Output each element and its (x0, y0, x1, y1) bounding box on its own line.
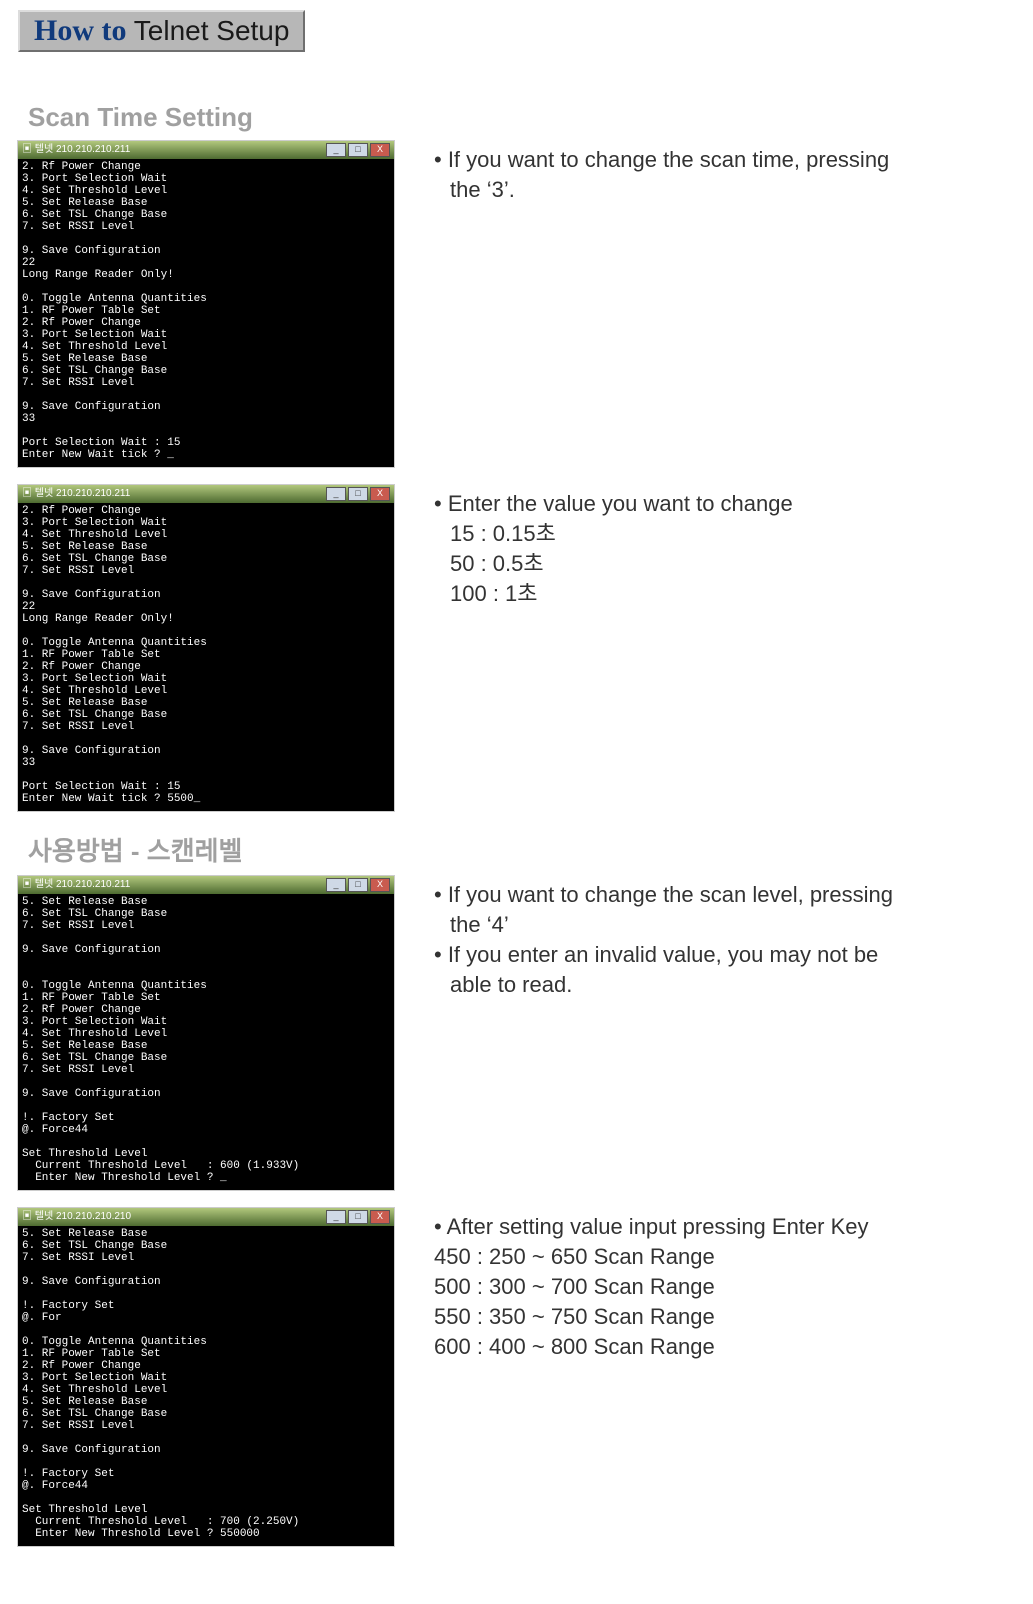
telnet-window-3: ▣ 텔넷 210.210.210.211 _ □ X 5. Set Releas… (18, 876, 394, 1190)
maximize-button[interactable]: □ (348, 878, 368, 892)
desc4-line2: 450 : 250 ~ 650 Scan Range (434, 1242, 1015, 1272)
desc3-line3: • If you enter an invalid value, you may… (434, 940, 1015, 970)
titlebar-text: ▣ 텔넷 210.210.210.211 (22, 879, 130, 891)
description-1: • If you want to change the scan time, p… (434, 141, 1015, 205)
titlebar-text: ▣ 텔넷 210.210.210.210 (22, 1211, 131, 1223)
titlebar: ▣ 텔넷 210.210.210.211 _ □ X (18, 141, 394, 159)
close-button[interactable]: X (370, 487, 390, 501)
terminal-body[interactable]: 2. Rf Power Change 3. Port Selection Wai… (18, 503, 394, 811)
maximize-button[interactable]: □ (348, 143, 368, 157)
window-buttons: _ □ X (326, 143, 390, 157)
desc1-line2: the ‘3’. (434, 175, 1015, 205)
desc4-line5: 600 : 400 ~ 800 Scan Range (434, 1332, 1015, 1362)
titlebar-text: ▣ 텔넷 210.210.210.211 (22, 488, 130, 500)
close-button[interactable]: X (370, 1210, 390, 1224)
window-buttons: _ □ X (326, 878, 390, 892)
row-scan-level-1: ▣ 텔넷 210.210.210.211 _ □ X 5. Set Releas… (18, 876, 1015, 1190)
row-scan-level-2: ▣ 텔넷 210.210.210.210 _ □ X 5. Set Releas… (18, 1208, 1015, 1546)
desc3-line2: the ‘4’ (434, 910, 1015, 940)
desc4-line4: 550 : 350 ~ 750 Scan Range (434, 1302, 1015, 1332)
minimize-button[interactable]: _ (326, 1210, 346, 1224)
row-scan-time-1: ▣ 텔넷 210.210.210.211 _ □ X 2. Rf Power C… (18, 141, 1015, 467)
description-2: • Enter the value you want to change 15 … (434, 485, 1015, 609)
titlebar: ▣ 텔넷 210.210.210.211 _ □ X (18, 485, 394, 503)
terminal-body[interactable]: 5. Set Release Base 6. Set TSL Change Ba… (18, 1226, 394, 1546)
maximize-button[interactable]: □ (348, 487, 368, 501)
telnet-window-4: ▣ 텔넷 210.210.210.210 _ □ X 5. Set Releas… (18, 1208, 394, 1546)
titlebar: ▣ 텔넷 210.210.210.210 _ □ X (18, 1208, 394, 1226)
telnet-window-1: ▣ 텔넷 210.210.210.211 _ □ X 2. Rf Power C… (18, 141, 394, 467)
maximize-button[interactable]: □ (348, 1210, 368, 1224)
window-buttons: _ □ X (326, 487, 390, 501)
header-howto: How to (34, 14, 127, 47)
desc2-line3: 50 : 0.5초 (434, 549, 1015, 579)
desc2-line1: • Enter the value you want to change (434, 489, 1015, 519)
titlebar-text: ▣ 텔넷 210.210.210.211 (22, 144, 130, 156)
desc3-line4: able to read. (434, 970, 1015, 1000)
desc1-line1: • If you want to change the scan time, p… (434, 145, 1015, 175)
desc2-line4: 100 : 1초 (434, 579, 1015, 609)
desc4-line1: • After setting value input pressing Ent… (434, 1212, 1015, 1242)
close-button[interactable]: X (370, 143, 390, 157)
desc3-line1: • If you want to change the scan level, … (434, 880, 1015, 910)
description-4: • After setting value input pressing Ent… (434, 1208, 1015, 1362)
minimize-button[interactable]: _ (326, 878, 346, 892)
terminal-body[interactable]: 5. Set Release Base 6. Set TSL Change Ba… (18, 894, 394, 1190)
minimize-button[interactable]: _ (326, 143, 346, 157)
close-button[interactable]: X (370, 878, 390, 892)
terminal-body[interactable]: 2. Rf Power Change 3. Port Selection Wai… (18, 159, 394, 467)
minimize-button[interactable]: _ (326, 487, 346, 501)
description-3: • If you want to change the scan level, … (434, 876, 1015, 1000)
desc2-line2: 15 : 0.15초 (434, 519, 1015, 549)
telnet-window-2: ▣ 텔넷 210.210.210.211 _ □ X 2. Rf Power C… (18, 485, 394, 811)
page: How to Telnet Setup Scan Time Setting ▣ … (0, 0, 1033, 1604)
desc4-line3: 500 : 300 ~ 700 Scan Range (434, 1272, 1015, 1302)
section-title-scan-time: Scan Time Setting (28, 102, 1015, 133)
section-title-scan-level: 사용방법 - 스캔레벨 (28, 831, 1015, 868)
titlebar: ▣ 텔넷 210.210.210.211 _ □ X (18, 876, 394, 894)
header-title: Telnet Setup (127, 15, 290, 46)
window-buttons: _ □ X (326, 1210, 390, 1224)
row-scan-time-2: ▣ 텔넷 210.210.210.211 _ □ X 2. Rf Power C… (18, 485, 1015, 811)
page-header-badge: How to Telnet Setup (18, 10, 305, 52)
